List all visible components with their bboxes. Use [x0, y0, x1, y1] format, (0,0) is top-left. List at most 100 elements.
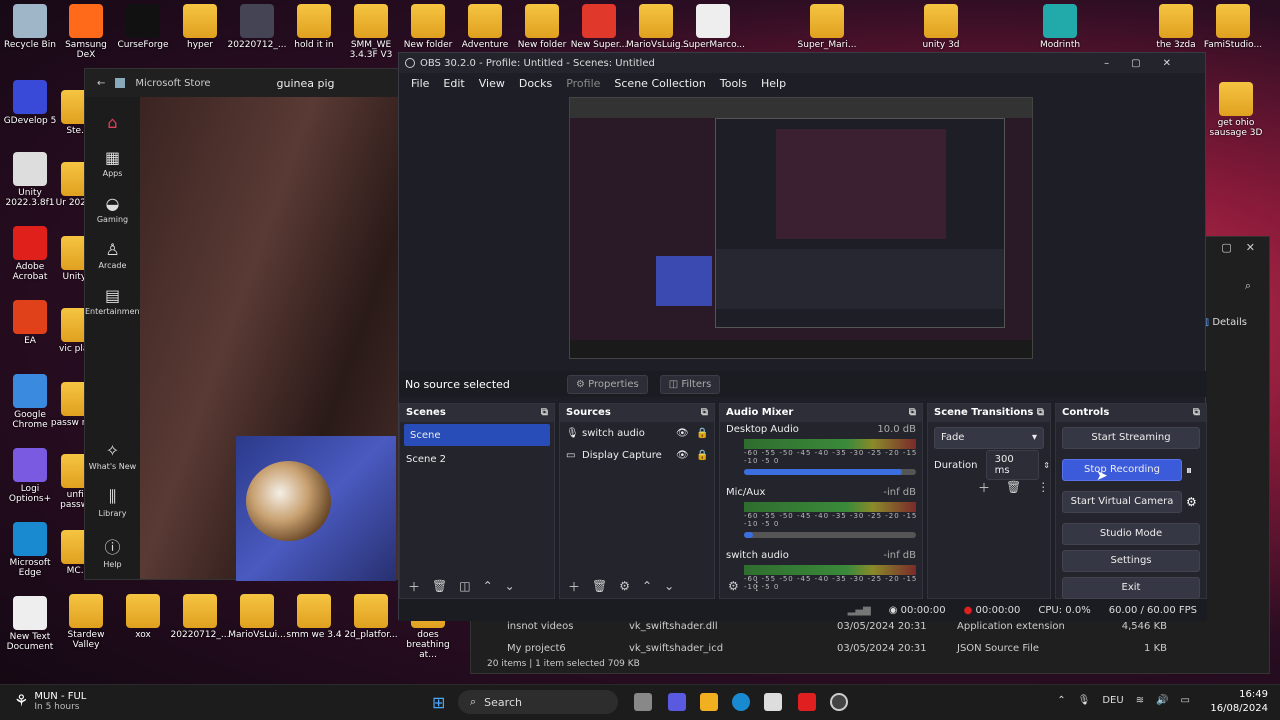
language-indicator[interactable]: DEU	[1102, 695, 1123, 706]
obs-preview[interactable]	[569, 97, 1033, 359]
menu-docks[interactable]: Docks	[519, 77, 552, 90]
volume-slider[interactable]	[744, 469, 916, 475]
lock-icon[interactable]: 🔒	[696, 450, 714, 461]
details-button[interactable]: ▥ Details	[1200, 317, 1247, 328]
red-app-icon[interactable]	[798, 693, 816, 711]
eye-icon[interactable]: 👁	[676, 450, 696, 461]
nav-home[interactable]: ⌂	[85, 113, 140, 132]
edge-icon[interactable]	[732, 693, 750, 711]
speaker-icon[interactable]: 🔊	[1156, 695, 1168, 706]
scene-item[interactable]: Scene	[404, 424, 550, 446]
desktop-icon[interactable]: New folder	[512, 4, 572, 50]
arrow-down-icon[interactable]: ⌄	[505, 579, 515, 593]
trash-icon[interactable]: 🗑	[1006, 480, 1021, 494]
nav-whats-new[interactable]: ✧ What's New	[85, 441, 140, 471]
task-view-icon[interactable]	[634, 693, 652, 711]
menu-view[interactable]: View	[479, 77, 505, 90]
menu-dots-icon[interactable]: ⋮	[751, 579, 763, 593]
start-virtual-camera-button[interactable]: Start Virtual Camera	[1062, 491, 1182, 513]
nav-entertainment[interactable]: ▤ Entertainment	[85, 286, 143, 316]
dock-popout-icon[interactable]: ⧉	[701, 407, 708, 418]
arrow-down-icon[interactable]: ⌄	[664, 579, 674, 593]
desktop-icon[interactable]: 20220712_...	[227, 4, 287, 50]
desktop-icon[interactable]: New Text Document	[0, 596, 60, 652]
desktop-icon[interactable]: smm we 3.4	[284, 594, 344, 640]
settings-button[interactable]: Settings	[1062, 550, 1200, 572]
desktop-icon[interactable]: MarioVsLuig...	[626, 4, 689, 50]
scene-item[interactable]: Scene 2	[400, 448, 554, 470]
transition-select[interactable]: Fade ▾	[934, 427, 1044, 449]
desktop-icon[interactable]: New Super...	[569, 4, 629, 50]
desktop-icon[interactable]: Modrinth	[1030, 4, 1090, 50]
desktop-icon[interactable]: the 3zda	[1146, 4, 1206, 50]
duration-input[interactable]: 300 ms	[985, 450, 1040, 480]
windows-start-icon[interactable]: ⊞	[432, 693, 445, 712]
menu-scene-collection[interactable]: Scene Collection	[614, 77, 705, 90]
window-controls[interactable]: –▢✕	[1104, 58, 1193, 69]
gear-icon[interactable]: ⚙	[728, 579, 739, 593]
menu-profile[interactable]: Profile	[566, 77, 600, 90]
obs-taskbar-icon[interactable]	[830, 693, 848, 711]
studio-mode-button[interactable]: Studio Mode	[1062, 523, 1200, 545]
desktop-icon[interactable]: 20220712_...	[170, 594, 230, 640]
desktop-icon[interactable]: Super_Mari...	[797, 4, 857, 50]
clock[interactable]: 16:49 16/08/2024	[1210, 688, 1268, 716]
menu-dots-icon[interactable]: ⋮	[1037, 480, 1049, 494]
volume-slider[interactable]	[744, 532, 916, 538]
eye-icon[interactable]: 👁	[676, 428, 696, 439]
desktop-icon[interactable]: Adventure	[455, 4, 515, 50]
desktop-icon[interactable]: hold it in	[284, 4, 344, 50]
arrow-up-icon[interactable]: ⌃	[483, 579, 493, 593]
properties-button[interactable]: ⚙ Properties	[567, 374, 648, 394]
nav-help[interactable]: ⓘ Help	[85, 534, 140, 569]
pause-icon[interactable]: ⏸	[1186, 463, 1206, 478]
file-explorer-icon[interactable]	[700, 693, 718, 711]
gear-icon[interactable]: ⚙	[1186, 495, 1206, 509]
desktop-icon[interactable]: FamiStudio...	[1203, 4, 1263, 50]
stop-recording-button[interactable]: Stop Recording	[1062, 459, 1182, 481]
exit-button[interactable]: Exit	[1062, 577, 1200, 599]
filters-button[interactable]: ◫ Filters	[659, 374, 721, 394]
battery-icon[interactable]: ▭	[1181, 695, 1190, 706]
source-item[interactable]: 🎙 switch audio 👁 🔒	[560, 422, 714, 444]
search-icon[interactable]: ⌕	[1245, 279, 1251, 293]
chevron-up-icon[interactable]: ⌃	[1057, 695, 1065, 706]
desktop-icon[interactable]: Recycle Bin	[0, 4, 60, 50]
weather-widget[interactable]: ⚘ MUN - FUL In 5 hours	[14, 691, 86, 712]
teams-icon[interactable]	[668, 693, 686, 711]
nav-apps[interactable]: ▦ Apps	[85, 148, 140, 178]
explorer-window-controls[interactable]: ▢ ✕	[1221, 241, 1255, 254]
trash-icon[interactable]: 🗑	[592, 579, 607, 593]
nav-gaming[interactable]: ◒ Gaming	[85, 194, 140, 224]
desktop-icon[interactable]: xox	[113, 594, 173, 640]
add-icon[interactable]: ＋	[978, 479, 990, 496]
store-search-input[interactable]: guinea pig	[277, 77, 335, 90]
desktop-icon[interactable]: SuperMarco...	[683, 4, 745, 50]
back-arrow-icon[interactable]: ←	[97, 78, 105, 89]
file-row[interactable]: My project6 vk_swiftshader_icd 03/05/202…	[481, 637, 1261, 659]
menu-edit[interactable]: Edit	[443, 77, 464, 90]
dock-popout-icon[interactable]: ⧉	[1037, 407, 1044, 418]
desktop-icon[interactable]: Stardew Valley	[56, 594, 116, 650]
add-icon[interactable]: ＋	[408, 578, 420, 595]
desktop-icon[interactable]: MarioVsLui...	[227, 594, 287, 640]
spinner-icon[interactable]: ⇕	[1043, 461, 1050, 470]
dock-popout-icon[interactable]: ⧉	[541, 407, 548, 418]
menu-help[interactable]: Help	[761, 77, 786, 90]
source-item[interactable]: ▭ Display Capture 👁 🔒	[560, 444, 714, 466]
gear-icon[interactable]: ⚙	[619, 579, 630, 593]
nav-arcade[interactable]: ♙ Arcade	[85, 240, 140, 270]
desktop-icon[interactable]: CurseForge	[113, 4, 173, 50]
menu-file[interactable]: File	[411, 77, 429, 90]
desktop-icon[interactable]: New folder	[398, 4, 458, 50]
dock-popout-icon[interactable]: ⧉	[909, 407, 916, 418]
add-icon[interactable]: ＋	[568, 578, 580, 595]
trash-icon[interactable]: 🗑	[432, 579, 447, 593]
dock-popout-icon[interactable]: ⧉	[1193, 407, 1200, 418]
lock-icon[interactable]: 🔒	[696, 428, 714, 439]
arrow-up-icon[interactable]: ⌃	[642, 579, 652, 593]
menu-tools[interactable]: Tools	[720, 77, 747, 90]
start-streaming-button[interactable]: Start Streaming	[1062, 427, 1200, 449]
desktop-icon[interactable]: get ohio sausage 3D	[1206, 82, 1266, 138]
nav-library[interactable]: ⫼ Library	[85, 487, 140, 518]
